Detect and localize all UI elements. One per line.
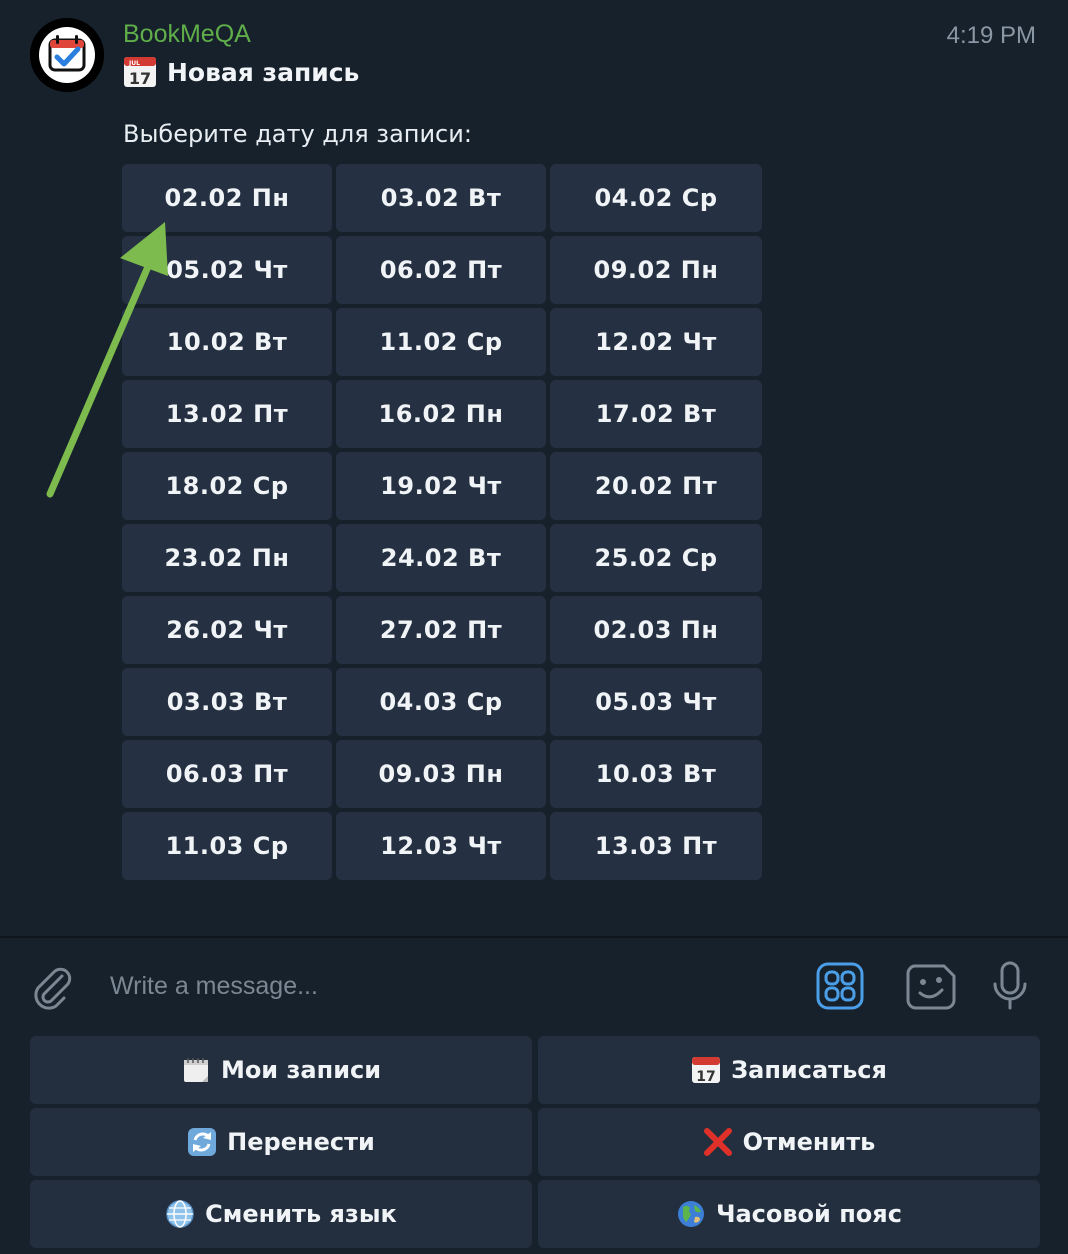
bot-keyboard-icon[interactable] bbox=[816, 962, 864, 1010]
calendar-icon: JUL 17 bbox=[124, 57, 156, 88]
date-button[interactable]: 23.02 Пн bbox=[122, 524, 332, 592]
spiral-calendar-icon bbox=[181, 1055, 211, 1085]
calendar-icon: 17 bbox=[691, 1055, 721, 1085]
calendar-check-icon bbox=[30, 18, 104, 92]
date-button[interactable]: 16.02 Пн bbox=[336, 380, 546, 448]
date-button[interactable]: 11.03 Ср bbox=[122, 812, 332, 880]
date-button[interactable]: 03.02 Вт bbox=[336, 164, 546, 232]
date-button[interactable]: 19.02 Чт bbox=[336, 452, 546, 520]
date-button[interactable]: 24.02 Вт bbox=[336, 524, 546, 592]
calendar-icon-day: 17 bbox=[696, 1069, 715, 1085]
date-button[interactable]: 11.02 Ср bbox=[336, 308, 546, 376]
my-bookings-label: Мои записи bbox=[220, 1056, 382, 1084]
message-time: 4:19 PM bbox=[946, 22, 1036, 49]
reschedule-button[interactable]: Перенести bbox=[30, 1108, 532, 1176]
date-button[interactable]: 03.03 Вт bbox=[122, 668, 332, 736]
date-button[interactable]: 04.02 Ср bbox=[550, 164, 762, 232]
date-button[interactable]: 10.02 Вт bbox=[122, 308, 332, 376]
date-button[interactable]: 09.03 Пн bbox=[336, 740, 546, 808]
reply-keyboard: Мои записи 17 Записаться Перенести Отмен… bbox=[0, 1034, 1068, 1254]
date-button[interactable]: 27.02 Пт bbox=[336, 596, 546, 664]
message-composer bbox=[0, 938, 1068, 1034]
bot-avatar[interactable] bbox=[30, 18, 104, 92]
my-bookings-button[interactable]: Мои записи bbox=[30, 1036, 532, 1104]
date-button[interactable]: 12.02 Чт bbox=[550, 308, 762, 376]
timezone-label: Часовой пояс bbox=[716, 1200, 902, 1228]
date-button[interactable]: 04.03 Ср bbox=[336, 668, 546, 736]
message-input[interactable] bbox=[110, 966, 790, 1006]
book-button[interactable]: 17 Записаться bbox=[538, 1036, 1040, 1104]
chat-area: BookMeQA 4:19 PM JUL 17 Новая запись Выб… bbox=[0, 0, 1068, 936]
cancel-label: Отменить bbox=[742, 1128, 876, 1156]
microphone-icon[interactable] bbox=[990, 960, 1030, 1014]
message-title-text: Новая запись bbox=[167, 57, 360, 87]
date-button[interactable]: 18.02 Ср bbox=[122, 452, 332, 520]
globe-icon bbox=[676, 1199, 706, 1229]
date-button[interactable]: 13.02 Пт bbox=[122, 380, 332, 448]
date-button[interactable]: 06.03 Пт bbox=[122, 740, 332, 808]
date-button[interactable]: 05.03 Чт bbox=[550, 668, 762, 736]
date-button[interactable]: 20.02 Пт bbox=[550, 452, 762, 520]
cross-mark-icon bbox=[703, 1127, 733, 1157]
change-language-button[interactable]: Сменить язык bbox=[30, 1180, 532, 1248]
change-language-label: Сменить язык bbox=[205, 1200, 397, 1228]
date-button[interactable]: 09.02 Пн bbox=[550, 236, 762, 304]
date-keyboard: 02.02 Пн 03.02 Вт 04.02 Ср 05.02 Чт 06.02 Пт… bbox=[122, 164, 762, 880]
attach-icon[interactable] bbox=[28, 962, 74, 1012]
date-button[interactable]: 02.02 Пн bbox=[122, 164, 332, 232]
date-button[interactable]: 25.02 Ср bbox=[550, 524, 762, 592]
date-button[interactable]: 10.03 Вт bbox=[550, 740, 762, 808]
message-body: Выберите дату для записи: bbox=[123, 120, 472, 148]
cancel-button[interactable]: Отменить bbox=[538, 1108, 1040, 1176]
date-button[interactable]: 17.02 Вт bbox=[550, 380, 762, 448]
calendar-icon-month: JUL bbox=[128, 60, 140, 67]
date-button[interactable]: 13.03 Пт bbox=[550, 812, 762, 880]
reschedule-label: Перенести bbox=[227, 1128, 375, 1156]
globe-meridians-icon bbox=[165, 1199, 195, 1229]
date-button[interactable]: 26.02 Чт bbox=[122, 596, 332, 664]
timezone-button[interactable]: Часовой пояс bbox=[538, 1180, 1040, 1248]
message-title: JUL 17 Новая запись bbox=[123, 54, 359, 90]
sticker-icon[interactable] bbox=[904, 960, 958, 1014]
calendar-icon-day: 17 bbox=[129, 69, 151, 88]
book-label: Записаться bbox=[731, 1056, 887, 1084]
date-button[interactable]: 02.03 Пн bbox=[550, 596, 762, 664]
refresh-icon bbox=[187, 1127, 217, 1157]
date-button[interactable]: 05.02 Чт bbox=[122, 236, 332, 304]
sender-name[interactable]: BookMeQA bbox=[123, 20, 251, 49]
date-button[interactable]: 06.02 Пт bbox=[336, 236, 546, 304]
date-button[interactable]: 12.03 Чт bbox=[336, 812, 546, 880]
